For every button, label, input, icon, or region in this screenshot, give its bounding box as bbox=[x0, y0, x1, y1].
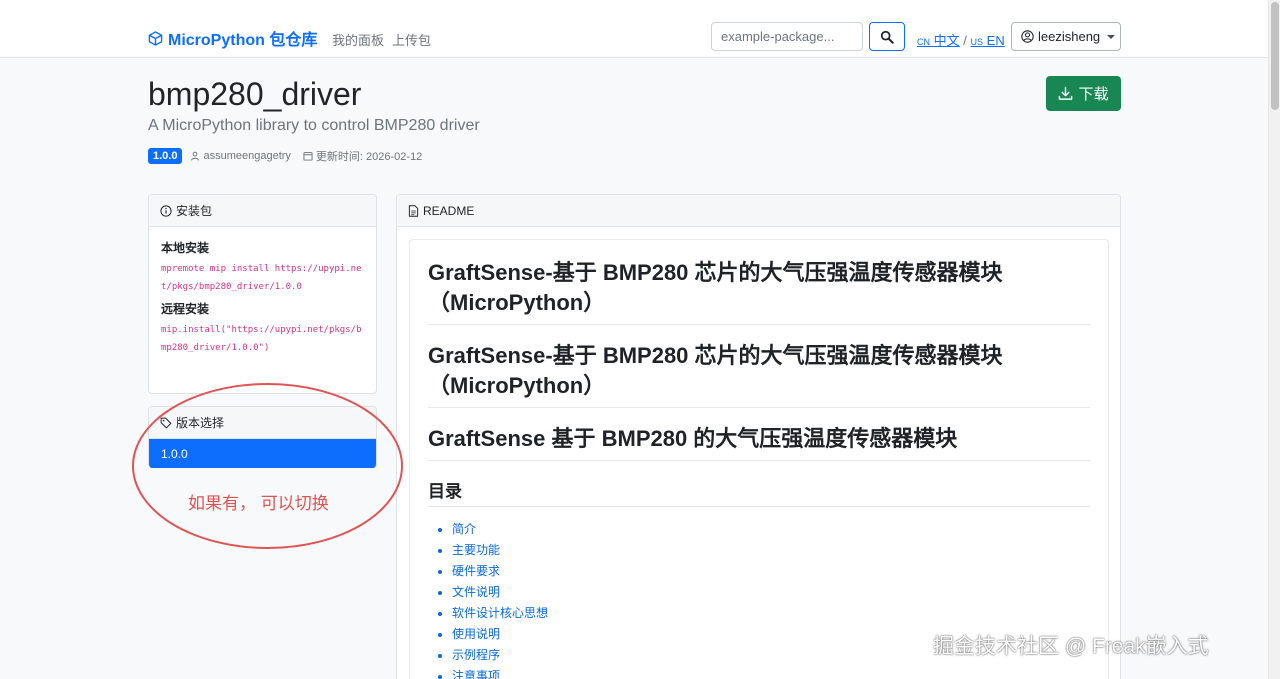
toc-link-notes[interactable]: 注意事项 bbox=[452, 669, 500, 679]
install-body: 本地安装 mpremote mip install https://upypi.… bbox=[149, 227, 376, 373]
list-item: 简介 bbox=[452, 519, 1090, 540]
file-text-icon bbox=[408, 204, 419, 217]
calendar-icon bbox=[303, 152, 313, 161]
download-button[interactable]: 下载 bbox=[1046, 76, 1121, 111]
toc-link-examples[interactable]: 示例程序 bbox=[452, 648, 500, 662]
readme-heading-3: GraftSense 基于 BMP280 的大气压强温度传感器模块 bbox=[428, 424, 1090, 461]
navbar: MicroPython 包仓库 我的面板 上传包 CN 中文 / US EN l… bbox=[0, 0, 1268, 58]
readme-content: GraftSense-基于 BMP280 芯片的大气压强温度传感器模块（Micr… bbox=[409, 239, 1109, 679]
lang-en-label: EN bbox=[986, 33, 1005, 48]
username: leezisheng bbox=[1038, 29, 1101, 44]
local-install-command[interactable]: mpremote mip install https://upypi.net/p… bbox=[161, 260, 364, 296]
list-item: 主要功能 bbox=[452, 540, 1090, 561]
local-install-title: 本地安装 bbox=[161, 241, 210, 255]
install-card-title: 安装包 bbox=[176, 204, 213, 218]
package-description: A MicroPython library to control BMP280 … bbox=[148, 117, 480, 134]
toc-link-features[interactable]: 主要功能 bbox=[452, 543, 500, 557]
watermark: 掘金技术社区 @ Freak嵌入式 bbox=[933, 635, 1209, 658]
toc-link-usage[interactable]: 使用说明 bbox=[452, 627, 500, 641]
version-card-header: 版本选择 bbox=[149, 407, 376, 439]
list-item: 文件说明 bbox=[452, 582, 1090, 603]
search-input[interactable] bbox=[711, 22, 863, 51]
lang-en-link[interactable]: US EN bbox=[971, 33, 1005, 48]
toc-title: 目录 bbox=[428, 477, 1090, 507]
nav-upload[interactable]: 上传包 bbox=[392, 30, 431, 49]
page-scrollbar[interactable] bbox=[1268, 0, 1280, 679]
user-menu-button[interactable]: leezisheng bbox=[1011, 22, 1121, 51]
readme-card: README GraftSense-基于 BMP280 芯片的大气压强温度传感器… bbox=[396, 194, 1121, 679]
tag-icon bbox=[160, 417, 172, 428]
toc-link-files[interactable]: 文件说明 bbox=[452, 585, 500, 599]
remote-install-command[interactable]: mip.install("https://upypi.net/pkgs/bmp2… bbox=[161, 321, 364, 357]
updated-item: 更新时间: 2026-02-12 bbox=[303, 148, 422, 164]
info-circle-icon bbox=[160, 204, 172, 217]
language-switcher: CN 中文 / US EN bbox=[917, 30, 1005, 49]
readme-heading-1: GraftSense-基于 BMP280 芯片的大气压强温度传感器模块（Micr… bbox=[428, 258, 1090, 325]
scrollbar-thumb[interactable] bbox=[1271, 2, 1279, 110]
install-card: 安装包 本地安装 mpremote mip install https://up… bbox=[148, 194, 377, 394]
chevron-down-icon bbox=[1107, 34, 1116, 39]
readme-card-header: README bbox=[397, 195, 1120, 227]
version-card: 版本选择 1.0.0 bbox=[148, 406, 377, 468]
annotation-text: 如果有， 可以切换 bbox=[188, 494, 329, 513]
version-item[interactable]: 1.0.0 bbox=[149, 439, 376, 468]
version-badge: 1.0.0 bbox=[148, 148, 183, 164]
toc-link-intro[interactable]: 简介 bbox=[452, 522, 476, 536]
search-icon bbox=[880, 30, 894, 44]
download-label: 下载 bbox=[1078, 86, 1109, 103]
toc-link-design[interactable]: 软件设计核心思想 bbox=[452, 606, 548, 620]
us-flag-code: US bbox=[970, 37, 984, 47]
remote-install-title: 远程安装 bbox=[161, 302, 210, 316]
author-item: assumeengagetry bbox=[190, 150, 291, 162]
search-button[interactable] bbox=[869, 22, 905, 51]
person-icon bbox=[191, 151, 200, 161]
list-item: 注意事项 bbox=[452, 666, 1090, 679]
download-icon bbox=[1059, 86, 1073, 100]
cn-flag-code: CN bbox=[917, 37, 930, 47]
lang-cn-link[interactable]: CN 中文 bbox=[917, 33, 960, 48]
readme-card-title: README bbox=[423, 203, 475, 218]
nav-dashboard[interactable]: 我的面板 bbox=[332, 30, 384, 49]
install-card-header: 安装包 bbox=[149, 195, 376, 227]
package-meta: 1.0.0 assumeengagetry 更新时间: 2026-02-12 bbox=[148, 148, 434, 164]
lang-separator: / bbox=[963, 33, 967, 48]
brand-label: MicroPython 包仓库 bbox=[168, 32, 318, 49]
author-name: assumeengagetry bbox=[203, 150, 291, 162]
brand-link[interactable]: MicroPython 包仓库 bbox=[148, 26, 317, 50]
lang-cn-label: 中文 bbox=[933, 33, 960, 48]
list-item: 硬件要求 bbox=[452, 561, 1090, 582]
box-icon bbox=[148, 30, 163, 46]
version-card-title: 版本选择 bbox=[176, 416, 225, 430]
updated-date: 更新时间: 2026-02-12 bbox=[315, 151, 423, 163]
user-circle-icon bbox=[1021, 30, 1034, 43]
toc-link-hardware[interactable]: 硬件要求 bbox=[452, 564, 500, 578]
list-item: 软件设计核心思想 bbox=[452, 603, 1090, 624]
page-title: bmp280_driver bbox=[148, 76, 362, 112]
readme-heading-2: GraftSense-基于 BMP280 芯片的大气压强温度传感器模块（Micr… bbox=[428, 341, 1090, 408]
